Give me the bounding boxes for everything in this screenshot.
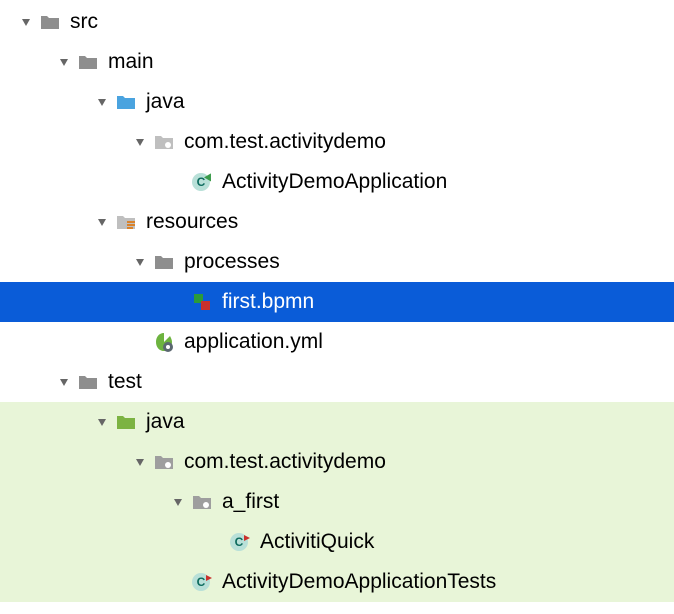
tree-node-main[interactable]: main [0,42,674,82]
tree-label: com.test.activitydemo [182,130,386,154]
tree-node-app-tests[interactable]: C ActivityDemoApplicationTests [0,562,674,602]
tree-label: a_first [220,490,279,514]
tree-label: processes [182,250,280,274]
bpmn-file-icon [190,290,214,314]
tree-node-src[interactable]: src [0,2,674,42]
chevron-down-icon[interactable] [56,54,72,70]
resources-folder-icon [114,210,138,234]
tree-node-app-main[interactable]: C ActivityDemoApplication [0,162,674,202]
tree-node-package-main[interactable]: com.test.activitydemo [0,122,674,162]
svg-text:C: C [197,175,206,189]
test-source-folder-icon [114,410,138,434]
tree-label: ActivitiQuick [258,530,374,554]
project-tree: src main java com.test.activitydemo C Ac… [0,0,674,602]
folder-icon [76,370,100,394]
chevron-down-icon[interactable] [132,254,148,270]
tree-node-test[interactable]: test [0,362,674,402]
tree-node-activiti-quick[interactable]: C ActivitiQuick [0,522,674,562]
tree-node-first-bpmn[interactable]: first.bpmn [0,282,674,322]
tree-label: ActivityDemoApplication [220,170,447,194]
package-icon [190,490,214,514]
svg-text:C: C [197,575,206,589]
folder-icon [38,10,62,34]
tree-label: application.yml [182,330,323,354]
tree-label: com.test.activitydemo [182,450,386,474]
folder-icon [76,50,100,74]
class-run-icon: C [190,570,214,594]
tree-node-java-test[interactable]: java [0,402,674,442]
tree-node-processes[interactable]: processes [0,242,674,282]
chevron-down-icon[interactable] [132,134,148,150]
tree-node-a-first[interactable]: a_first [0,482,674,522]
class-run-icon: C [190,170,214,194]
tree-node-java-main[interactable]: java [0,82,674,122]
tree-label: first.bpmn [220,290,314,314]
tree-label: ActivityDemoApplicationTests [220,570,496,594]
chevron-down-icon[interactable] [170,494,186,510]
chevron-down-icon[interactable] [56,374,72,390]
chevron-down-icon[interactable] [18,14,34,30]
tree-label: src [68,10,98,34]
package-icon [152,130,176,154]
chevron-down-icon[interactable] [94,214,110,230]
source-folder-icon [114,90,138,114]
tree-node-package-test[interactable]: com.test.activitydemo [0,442,674,482]
tree-label: java [144,90,185,114]
folder-icon [152,250,176,274]
chevron-down-icon[interactable] [94,414,110,430]
tree-label: main [106,50,154,74]
tree-node-resources[interactable]: resources [0,202,674,242]
chevron-down-icon[interactable] [132,454,148,470]
package-icon [152,450,176,474]
spring-config-icon [152,330,176,354]
tree-label: java [144,410,185,434]
tree-label: test [106,370,142,394]
svg-text:C: C [235,535,244,549]
tree-label: resources [144,210,238,234]
class-run-icon: C [228,530,252,554]
chevron-down-icon[interactable] [94,94,110,110]
tree-node-application-yml[interactable]: application.yml [0,322,674,362]
